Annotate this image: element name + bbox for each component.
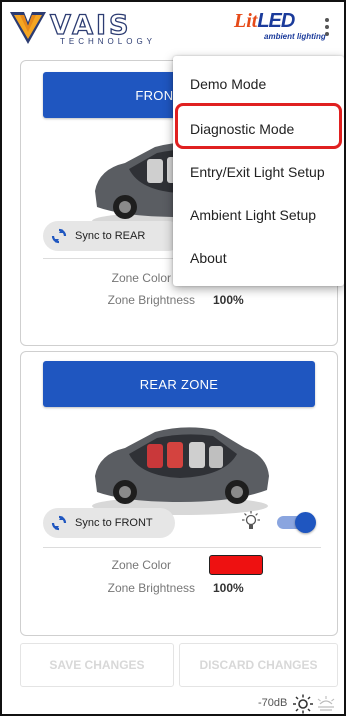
ambient-lamp-icon	[317, 696, 335, 711]
vais-v-icon	[10, 12, 46, 44]
vais-tagline: TECHNOLOGY	[60, 37, 157, 46]
sync-to-rear-label: Sync to REAR	[75, 230, 146, 242]
rear-zone-card: REAR ZONE Sync to FRONT Zone Color Zone …	[20, 351, 338, 636]
zone-brightness-label: Zone Brightness	[107, 581, 195, 595]
menu-highlight-annotation	[175, 103, 342, 149]
sync-to-front-button[interactable]: Sync to FRONT	[43, 508, 175, 538]
litled-tagline: ambient lighting	[264, 32, 326, 41]
rear-zone-color-swatch[interactable]	[209, 555, 263, 575]
light-bulb-icon	[242, 511, 260, 529]
sync-icon	[51, 228, 67, 244]
menu-item-entry-exit-light-setup[interactable]: Entry/Exit Light Setup	[190, 164, 325, 180]
rear-car-image	[92, 427, 269, 515]
sync-to-rear-button[interactable]: Sync to REAR	[43, 221, 183, 251]
app-header: VAIS TECHNOLOGY LitLED ambient lighting	[2, 2, 344, 54]
discard-changes-button[interactable]: DISCARD CHANGES	[179, 643, 338, 687]
zone-color-label: Zone Color	[111, 271, 171, 285]
rear-light-toggle[interactable]	[277, 511, 316, 533]
zone-brightness-value: 100%	[213, 293, 244, 307]
overflow-menu: Demo Mode Diagnostic Mode Entry/Exit Lig…	[173, 56, 344, 286]
save-changes-button[interactable]: SAVE CHANGES	[20, 643, 174, 687]
litled-led: LED	[257, 10, 295, 32]
menu-item-about[interactable]: About	[190, 250, 227, 266]
litled-logo: LitLED	[234, 10, 295, 33]
zone-brightness-label: Zone Brightness	[107, 293, 195, 307]
app-screen: VAIS TECHNOLOGY LitLED ambient lighting …	[0, 0, 346, 716]
vais-logo: VAIS TECHNOLOGY	[10, 8, 160, 48]
litled-lit: Lit	[234, 10, 258, 32]
sun-icon	[293, 694, 313, 714]
sync-icon	[51, 515, 67, 531]
sync-to-front-label: Sync to FRONT	[75, 517, 153, 529]
zone-color-label: Zone Color	[111, 558, 171, 572]
signal-strength: -70dB	[258, 697, 288, 709]
zone-brightness-value: 100%	[213, 581, 244, 595]
divider	[43, 547, 321, 548]
more-options-icon[interactable]	[320, 16, 334, 40]
rear-zone-button[interactable]: REAR ZONE	[43, 361, 315, 407]
menu-item-demo-mode[interactable]: Demo Mode	[190, 76, 266, 92]
menu-item-ambient-light-setup[interactable]: Ambient Light Setup	[190, 207, 316, 223]
status-bar: -70dB	[2, 692, 344, 714]
